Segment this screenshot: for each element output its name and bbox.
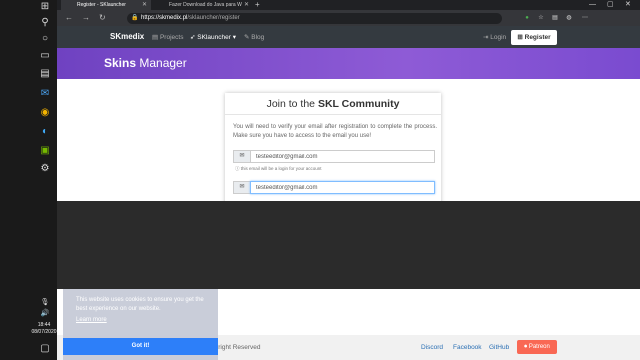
back-icon[interactable]: ← xyxy=(65,12,73,24)
projects-icon: ▤ xyxy=(152,34,159,41)
maximize-button[interactable]: ▢ xyxy=(607,0,614,10)
url-field[interactable]: 🔒 https://skmedix.pl/sklauncher/register xyxy=(127,13,502,24)
notifications-icon[interactable]: ▢ xyxy=(39,343,51,355)
tab-label: Register - SKlauncher xyxy=(77,2,126,8)
close-window-button[interactable]: ✕ xyxy=(625,0,631,10)
search-icon[interactable]: ⚲ xyxy=(39,17,51,29)
hero-banner: Skins Manager xyxy=(57,48,640,79)
cookie-text: This website uses cookies to ensure you … xyxy=(76,297,204,312)
clock[interactable]: 18:44 08/07/2020 xyxy=(30,322,58,336)
info-icon: ⓘ xyxy=(235,166,240,171)
patreon-icon: ⏺ xyxy=(524,344,528,350)
chrome-icon[interactable]: ◉ xyxy=(39,107,51,119)
tab-label: Fazer Download do Java para W xyxy=(169,2,242,8)
patreon-button[interactable]: ⏺ Patreon xyxy=(517,340,557,354)
nav-sklauncher[interactable]: ➶ SKlauncher ▾ xyxy=(190,33,236,41)
card-title: Join to the SKL Community xyxy=(225,93,441,115)
tab-strip: Register - SKlauncher ✕ Fazer Download d… xyxy=(57,0,640,10)
page-title-bold: Skins xyxy=(104,56,137,70)
email-help: ⓘ this email will be a login for your ac… xyxy=(235,166,322,172)
nav-blog[interactable]: ✎ Blog xyxy=(244,33,264,41)
email-input-group: ✉ xyxy=(233,150,435,163)
nav-projects-label: Projects xyxy=(159,34,184,41)
task-view-icon[interactable]: ▭ xyxy=(39,50,51,62)
footer-github-link[interactable]: GitHub xyxy=(489,344,509,351)
plus-square-icon: ⊞ xyxy=(517,34,523,41)
page-title: Skins Manager xyxy=(104,56,187,70)
web-page: SKmedix ▤ Projects ➶ SKlauncher ▾ ✎ Blog… xyxy=(57,26,640,201)
screen: ⊞ ⚲ ○ ▭ ▤ ✉ ◉ ◐ ▣ ⚙ 🎙 🔊 18:44 08/07/2020… xyxy=(0,0,640,360)
page-title-rest: Manager xyxy=(136,56,187,70)
lock-icon: 🔒 xyxy=(131,15,139,21)
favorites-icon[interactable]: ☆ xyxy=(537,14,545,22)
confirm-email-input-group: ✉ xyxy=(233,181,435,194)
pencil-icon: ✎ xyxy=(244,34,250,41)
email-help-text: this email will be a login for your acco… xyxy=(240,166,322,171)
brand-logo[interactable]: SKmedix xyxy=(110,32,144,41)
tab-register[interactable]: Register - SKlauncher ✕ xyxy=(61,0,151,10)
browser-window: Register - SKlauncher ✕ Fazer Download d… xyxy=(57,0,640,201)
nvidia-icon[interactable]: ▣ xyxy=(39,145,51,157)
collections-icon[interactable]: ▤ xyxy=(551,14,559,22)
register-button[interactable]: ⊞ Register xyxy=(511,30,557,45)
edge-icon[interactable]: ◐ xyxy=(39,126,51,138)
card-title-prefix: Join to the xyxy=(266,98,318,110)
file-explorer-icon[interactable]: ▤ xyxy=(39,68,51,80)
rocket-icon: ➶ xyxy=(190,34,196,41)
refresh-icon[interactable]: ↻ xyxy=(99,12,106,24)
learn-more-link[interactable]: Learn more xyxy=(76,317,107,323)
card-description: You will need to verify your email after… xyxy=(233,124,437,139)
minimize-button[interactable]: — xyxy=(589,0,596,10)
profile-avatar-icon[interactable]: ◍ xyxy=(565,14,573,22)
url-prefix: https:// xyxy=(141,15,160,21)
forward-icon[interactable]: → xyxy=(82,12,90,24)
patreon-label: Patreon xyxy=(528,344,550,350)
footer-discord-link[interactable]: Discord xyxy=(421,344,443,351)
register-card: Join to the SKL Community You will need … xyxy=(225,93,441,201)
nav-login[interactable]: ⇥ Login xyxy=(483,33,506,41)
login-icon: ⇥ xyxy=(483,34,489,41)
volume-icon[interactable]: 🔊 xyxy=(39,308,51,320)
envelope-icon: ✉ xyxy=(233,150,251,163)
nav-blog-label: Blog xyxy=(251,34,265,41)
menu-icon[interactable]: ⋯ xyxy=(581,14,589,22)
confirm-email-field[interactable] xyxy=(250,181,435,194)
nav-login-label: Login xyxy=(490,34,507,41)
url-path: /sklauncher/register xyxy=(187,15,240,21)
card-title-bold: SKL Community xyxy=(317,98,400,110)
page-bottom: yright Reserved Discord Facebook GitHub … xyxy=(57,289,640,360)
close-icon[interactable]: ✕ xyxy=(142,0,147,10)
site-navbar: SKmedix ▤ Projects ➶ SKlauncher ▾ ✎ Blog… xyxy=(57,26,640,48)
windows-logo-icon[interactable]: ⊞ xyxy=(39,1,51,13)
nav-projects[interactable]: ▤ Projects xyxy=(152,33,183,41)
url-host: skmedix.pl xyxy=(159,15,188,21)
mail-icon[interactable]: ✉ xyxy=(39,88,51,100)
got-it-button[interactable]: Got it! xyxy=(63,338,218,355)
obscured-region xyxy=(57,201,640,289)
cortana-icon[interactable]: ○ xyxy=(39,33,51,45)
register-label: Register xyxy=(524,34,551,41)
address-bar: ← → ↻ 🔒 https://skmedix.pl/sklauncher/re… xyxy=(57,10,640,26)
windows-taskbar: ⊞ ⚲ ○ ▭ ▤ ✉ ◉ ◐ ▣ ⚙ 🎙 🔊 18:44 08/07/2020… xyxy=(0,0,57,360)
email-field[interactable] xyxy=(250,150,435,163)
clock-date: 08/07/2020 xyxy=(31,329,57,335)
envelope-icon: ✉ xyxy=(233,181,251,194)
clock-time: 18:44 xyxy=(37,322,51,328)
tab-java-download[interactable]: Fazer Download do Java para W ✕ xyxy=(153,0,253,10)
nav-sklauncher-label: SKlauncher xyxy=(197,34,231,41)
new-tab-button[interactable]: + xyxy=(255,0,260,10)
extension-icon[interactable]: ● xyxy=(523,14,531,22)
chevron-down-icon: ▾ xyxy=(232,34,236,41)
footer-facebook-link[interactable]: Facebook xyxy=(453,344,482,351)
settings-icon[interactable]: ⚙ xyxy=(39,163,51,175)
close-icon[interactable]: ✕ xyxy=(244,0,249,10)
copyright-text: yright Reserved xyxy=(215,344,261,351)
